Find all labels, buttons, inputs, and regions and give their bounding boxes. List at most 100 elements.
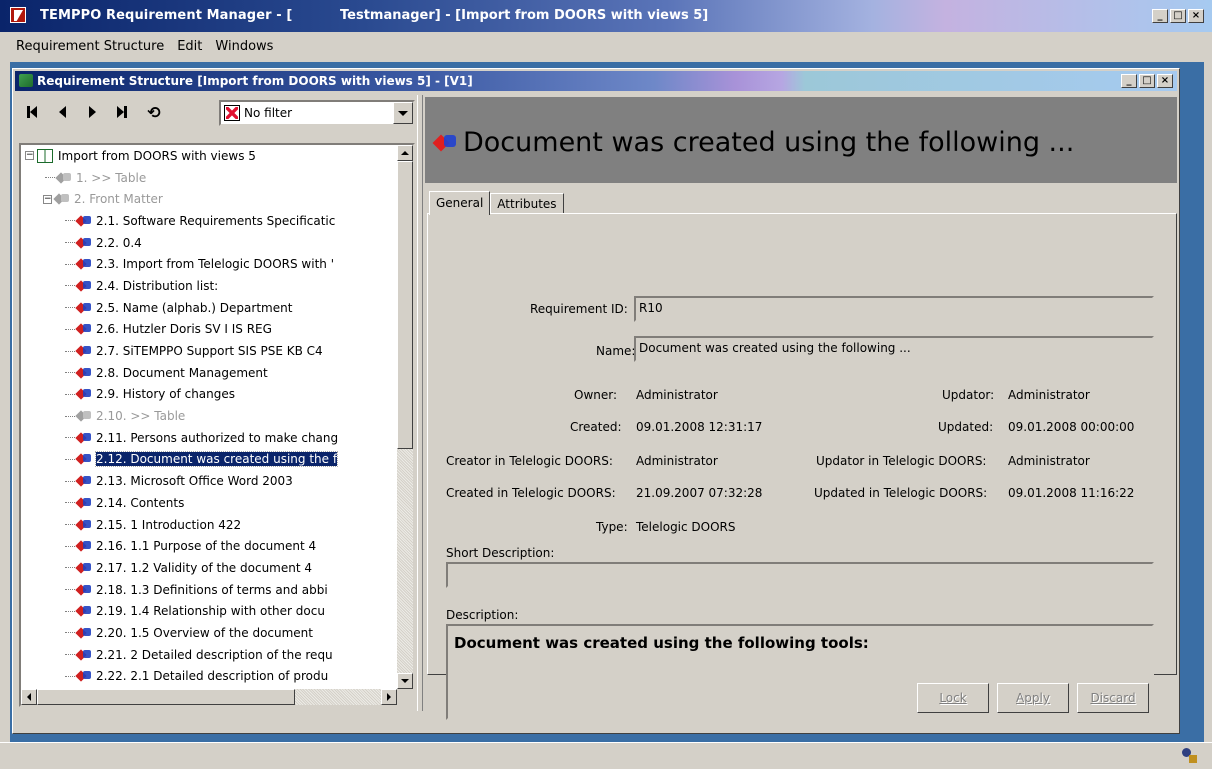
- tree-connector: [65, 502, 75, 504]
- previous-icon: [58, 106, 66, 118]
- filter-select[interactable]: No filter: [219, 100, 415, 126]
- tree-item[interactable]: 2.9. History of changes: [21, 384, 397, 406]
- tree-item[interactable]: 2.10. >> Table: [21, 405, 397, 427]
- last-record-button[interactable]: [111, 101, 133, 123]
- refresh-button[interactable]: ⟲: [143, 101, 165, 123]
- tree-item[interactable]: 2.13. Microsoft Office Word 2003: [21, 470, 397, 492]
- app-icon[interactable]: [10, 7, 26, 23]
- tree-connector: [65, 220, 75, 222]
- scroll-down-button[interactable]: [397, 673, 413, 689]
- tree-item[interactable]: 1. >> Table: [21, 167, 397, 189]
- close-icon[interactable]: ×: [1188, 9, 1204, 23]
- tree-item[interactable]: 2.14. Contents: [21, 492, 397, 514]
- previous-record-button[interactable]: [51, 101, 73, 123]
- arrow-left-icon: [27, 693, 31, 701]
- child-window-title: Requirement Structure [Import from DOORS…: [37, 74, 473, 88]
- pane-splitter[interactable]: [417, 95, 423, 711]
- tree-item[interactable]: 2.1. Software Requirements Specificatic: [21, 210, 397, 232]
- created-doors-value: 21.09.2007 07:32:28: [636, 486, 763, 500]
- scroll-right-button[interactable]: [381, 689, 397, 705]
- tree-item-label: 2.17. 1.2 Validity of the document 4: [96, 560, 312, 575]
- minimize-icon[interactable]: _: [1152, 9, 1168, 23]
- menu-windows[interactable]: Windows: [213, 39, 275, 54]
- tree-item[interactable]: 2.22. 2.1 Detailed description of produ: [21, 666, 397, 688]
- child-titlebar[interactable]: Requirement Structure [Import from DOORS…: [15, 71, 1177, 91]
- tree-root-label: Import from DOORS with views 5: [58, 148, 256, 163]
- tree-item[interactable]: 2.7. SiTEMPPO Support SIS PSE KB C4: [21, 340, 397, 362]
- tree-item[interactable]: 2.12. Document was created using the f: [21, 449, 397, 471]
- apply-button[interactable]: Apply: [997, 683, 1069, 713]
- tree-item-label: 2.1. Software Requirements Specificatic: [96, 213, 336, 228]
- tree-item[interactable]: 2.6. Hutzler Doris SV I IS REG: [21, 319, 397, 341]
- tree-item[interactable]: 2.17. 1.2 Validity of the document 4: [21, 557, 397, 579]
- tree-vertical-scrollbar[interactable]: [397, 145, 413, 689]
- created-label: Created:: [570, 420, 622, 434]
- updator-value: Administrator: [1008, 388, 1090, 402]
- scrollbar-corner: [397, 689, 413, 705]
- tree-item-label: 2.22. 2.1 Detailed description of produ: [96, 669, 329, 684]
- tree-connector: [65, 589, 75, 591]
- arrow-down-icon: [401, 679, 409, 683]
- type-value: Telelogic DOORS: [636, 520, 736, 534]
- child-maximize-icon[interactable]: □: [1139, 74, 1155, 88]
- tree-item[interactable]: 2.15. 1 Introduction 422: [21, 514, 397, 536]
- child-window-controls: _ □ ×: [1121, 74, 1173, 88]
- requirement-tree[interactable]: − Import from DOORS with views 5 1. >> T…: [19, 143, 415, 707]
- discard-button[interactable]: Discard: [1077, 683, 1149, 713]
- created-doors-label: Created in Telelogic DOORS:: [446, 486, 616, 500]
- requirement-icon: [77, 605, 91, 617]
- book-icon: [37, 148, 53, 163]
- last-icon-bar: [124, 106, 127, 118]
- child-minimize-icon[interactable]: _: [1121, 74, 1137, 88]
- app-title-right: Testmanager] - [Import from DOORS with v…: [340, 8, 709, 23]
- chevron-down-icon[interactable]: [393, 102, 413, 124]
- collapse-icon[interactable]: −: [43, 194, 52, 204]
- scroll-left-button[interactable]: [21, 689, 37, 705]
- menu-edit[interactable]: Edit: [175, 39, 204, 54]
- tree-item-label: 2.8. Document Management: [96, 365, 268, 380]
- next-record-button[interactable]: [81, 101, 103, 123]
- child-close-icon[interactable]: ×: [1157, 74, 1173, 88]
- tree-connector: [65, 437, 75, 439]
- tree-connector: [65, 350, 75, 352]
- requirement-icon: [77, 388, 91, 400]
- collapse-icon[interactable]: −: [25, 151, 34, 161]
- tree-item[interactable]: 2.4. Distribution list:: [21, 275, 397, 297]
- arrow-right-icon: [387, 693, 391, 701]
- requirement-icon: [77, 670, 91, 682]
- tree-horizontal-scrollbar[interactable]: [21, 689, 397, 705]
- tree-item[interactable]: 2.19. 1.4 Relationship with other docu: [21, 600, 397, 622]
- tab-general[interactable]: General: [429, 191, 491, 215]
- tree-item[interactable]: 2.5. Name (alphab.) Department: [21, 297, 397, 319]
- requirement-icon: [77, 475, 91, 487]
- tab-attributes[interactable]: Attributes: [490, 193, 564, 215]
- tree-item[interactable]: 2.2. 0.4: [21, 232, 397, 254]
- tree-item[interactable]: 2.16. 1.1 Purpose of the document 4: [21, 535, 397, 557]
- tree-item[interactable]: 2.11. Persons authorized to make chang: [21, 427, 397, 449]
- tree-item[interactable]: 2.3. Import from Telelogic DOORS with ': [21, 253, 397, 275]
- scroll-up-button[interactable]: [397, 145, 413, 161]
- folder-icon: [55, 193, 69, 205]
- requirement-icon: [77, 302, 91, 314]
- tree-item[interactable]: 2.21. 2 Detailed description of the requ: [21, 644, 397, 666]
- maximize-icon[interactable]: □: [1170, 9, 1186, 23]
- tree-root[interactable]: − Import from DOORS with views 5: [21, 145, 397, 167]
- tree-item[interactable]: 2.18. 1.3 Definitions of terms and abbi: [21, 579, 397, 601]
- navigation-toolbar: ⟲ No filter: [17, 97, 415, 127]
- tree-item-label: 2.5. Name (alphab.) Department: [96, 300, 293, 315]
- requirement-id-field[interactable]: R10: [634, 296, 1154, 322]
- horizontal-scroll-thumb[interactable]: [37, 689, 295, 705]
- tree-item[interactable]: − 2. Front Matter: [21, 188, 397, 210]
- tree-item[interactable]: 2.20. 1.5 Overview of the document: [21, 622, 397, 644]
- menu-requirement-structure[interactable]: Requirement Structure: [14, 39, 166, 54]
- short-description-field[interactable]: [446, 562, 1154, 588]
- lock-button[interactable]: Lock: [917, 683, 989, 713]
- name-field[interactable]: Document was created using the following…: [634, 336, 1154, 362]
- requirement-icon: [77, 215, 91, 227]
- first-record-button[interactable]: [21, 101, 43, 123]
- app-titlebar[interactable]: TEMPPO Requirement Manager - [ Testmanag…: [0, 0, 1212, 32]
- tree-item[interactable]: 2.8. Document Management: [21, 362, 397, 384]
- vertical-scroll-thumb[interactable]: [397, 161, 413, 449]
- requirement-icon: [77, 323, 91, 335]
- updator-label: Updator:: [942, 388, 995, 402]
